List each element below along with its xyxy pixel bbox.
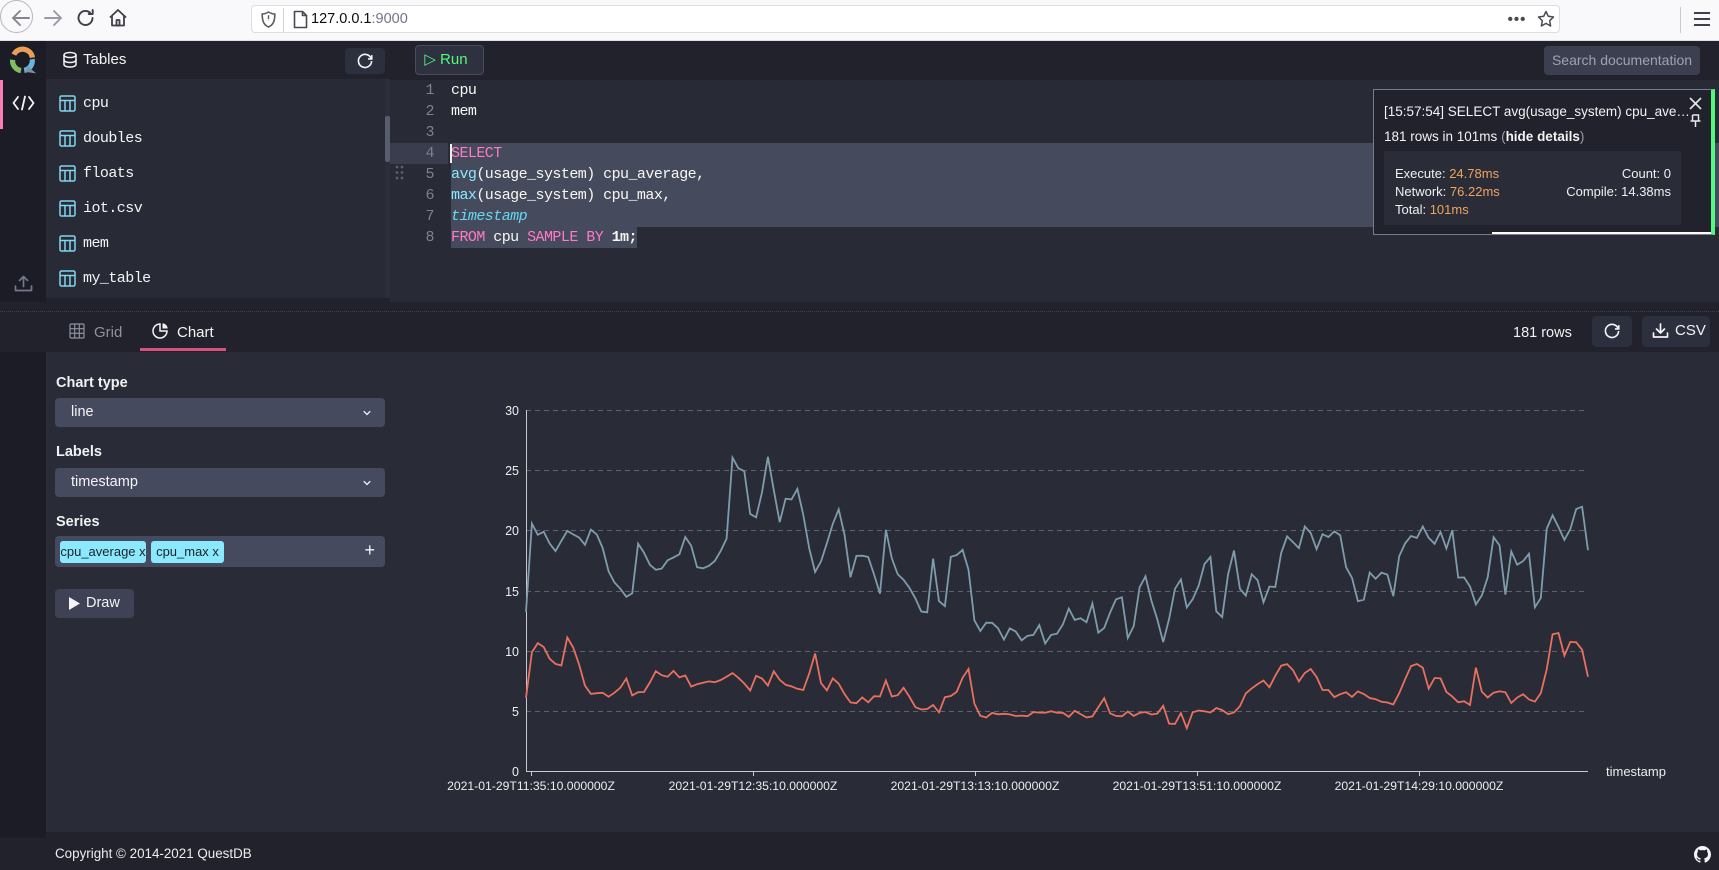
svg-text:2021-01-29T13:13:10.000000Z: 2021-01-29T13:13:10.000000Z	[891, 779, 1060, 793]
svg-text:25: 25	[505, 464, 519, 478]
svg-text:2021-01-29T12:35:10.000000Z: 2021-01-29T12:35:10.000000Z	[669, 779, 838, 793]
svg-text:15: 15	[505, 585, 519, 599]
svg-text:30: 30	[505, 404, 519, 418]
svg-text:10: 10	[505, 645, 519, 659]
svg-text:0: 0	[512, 765, 519, 779]
svg-text:5: 5	[512, 705, 519, 719]
svg-text:2021-01-29T14:29:10.000000Z: 2021-01-29T14:29:10.000000Z	[1335, 779, 1504, 793]
svg-text:timestamp: timestamp	[1606, 764, 1666, 779]
svg-text:2021-01-29T11:35:10.000000Z: 2021-01-29T11:35:10.000000Z	[447, 779, 615, 793]
svg-text:20: 20	[505, 524, 519, 538]
svg-text:2021-01-29T13:51:10.000000Z: 2021-01-29T13:51:10.000000Z	[1113, 779, 1282, 793]
